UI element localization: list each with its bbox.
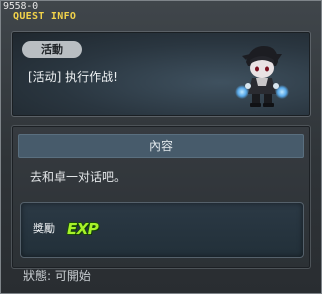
quest-summary-panel: 活動 [活动] 执行作战! [11, 31, 311, 117]
content-header: 內容 [18, 134, 304, 158]
reward-box: 獎勵 EXP [20, 202, 304, 258]
quest-info-window: 9558-0 QUEST INFO 活動 [活动] 执行作战! 內容 去和卓一对… [0, 0, 322, 294]
window-title: QUEST INFO [13, 11, 77, 22]
quest-status: 狀態: 可開始 [23, 269, 91, 283]
quest-name: [活动] 执行作战! [28, 70, 118, 84]
reward-label: 獎勵 [33, 222, 55, 235]
exp-reward-icon: EXP [67, 220, 99, 238]
quest-content-box: 內容 去和卓一对话吧。 獎勵 EXP [11, 125, 311, 269]
npc-character-icon [235, 46, 289, 107]
content-text: 去和卓一对话吧。 [30, 170, 127, 184]
quest-category-tag: 活動 [22, 41, 82, 58]
